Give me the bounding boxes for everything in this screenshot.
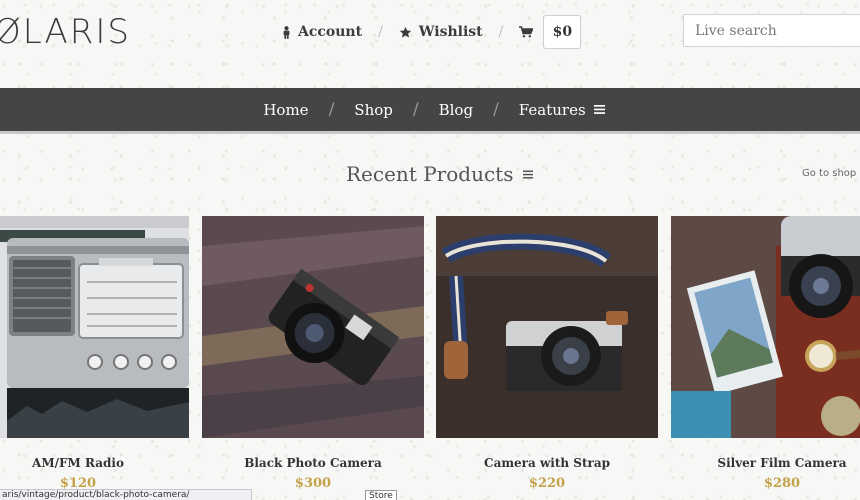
site-logo[interactable]: ØLARIS xyxy=(0,12,131,52)
tooltip: Store xyxy=(365,490,397,500)
nav-features-label: Features xyxy=(518,100,586,119)
person-icon xyxy=(282,25,291,39)
cart-widget[interactable]: $0 xyxy=(519,15,582,49)
account-label: Account xyxy=(298,24,363,40)
section-title: Recent Products xyxy=(346,162,534,186)
nav-separator: / xyxy=(328,99,335,120)
wishlist-label: Wishlist xyxy=(418,24,483,40)
product-card[interactable]: AM/FM Radio $120 xyxy=(0,216,189,491)
section-title-text: Recent Products xyxy=(346,162,514,186)
star-icon xyxy=(399,26,412,39)
go-to-shop-link[interactable]: Go to shop h xyxy=(802,168,860,179)
product-image-radio[interactable] xyxy=(0,216,189,438)
top-separator: / xyxy=(498,24,504,40)
nav-separator: / xyxy=(412,99,419,120)
top-links: Account / Wishlist / $0 xyxy=(282,15,582,49)
product-card[interactable]: Camera with Strap $220 xyxy=(436,216,658,491)
nav-home[interactable]: Home xyxy=(263,101,308,119)
product-name[interactable]: Black Photo Camera xyxy=(202,456,424,470)
product-name[interactable]: Silver Film Camera xyxy=(671,456,860,470)
account-link[interactable]: Account xyxy=(282,24,362,40)
product-name[interactable]: Camera with Strap xyxy=(436,456,658,470)
cart-icon[interactable] xyxy=(519,26,534,38)
product-card[interactable]: Silver Film Camera $280 xyxy=(671,216,860,491)
nav-features[interactable]: Features xyxy=(519,101,605,119)
wishlist-link[interactable]: Wishlist xyxy=(399,24,483,40)
product-image-black-camera[interactable] xyxy=(202,216,424,438)
top-separator: / xyxy=(378,24,383,40)
product-name[interactable]: AM/FM Radio xyxy=(0,456,189,470)
menu-icon xyxy=(593,105,605,114)
product-price: $280 xyxy=(763,476,801,491)
product-card[interactable]: Black Photo Camera $300 xyxy=(202,216,424,491)
menu-icon[interactable] xyxy=(523,170,534,179)
cart-total[interactable]: $0 xyxy=(543,15,582,49)
nav-shop[interactable]: Shop xyxy=(354,101,393,119)
product-price: $220 xyxy=(528,476,566,491)
product-image-camera-strap[interactable] xyxy=(436,216,658,438)
nav-separator: / xyxy=(493,99,499,120)
main-nav: Home / Shop / Blog / Features xyxy=(0,88,860,134)
search-input[interactable] xyxy=(683,14,860,47)
nav-blog[interactable]: Blog xyxy=(439,101,473,119)
status-bar-url: aris/vintage/product/black-photo-camera/ xyxy=(0,489,252,500)
product-image-silver-camera[interactable] xyxy=(671,216,860,438)
